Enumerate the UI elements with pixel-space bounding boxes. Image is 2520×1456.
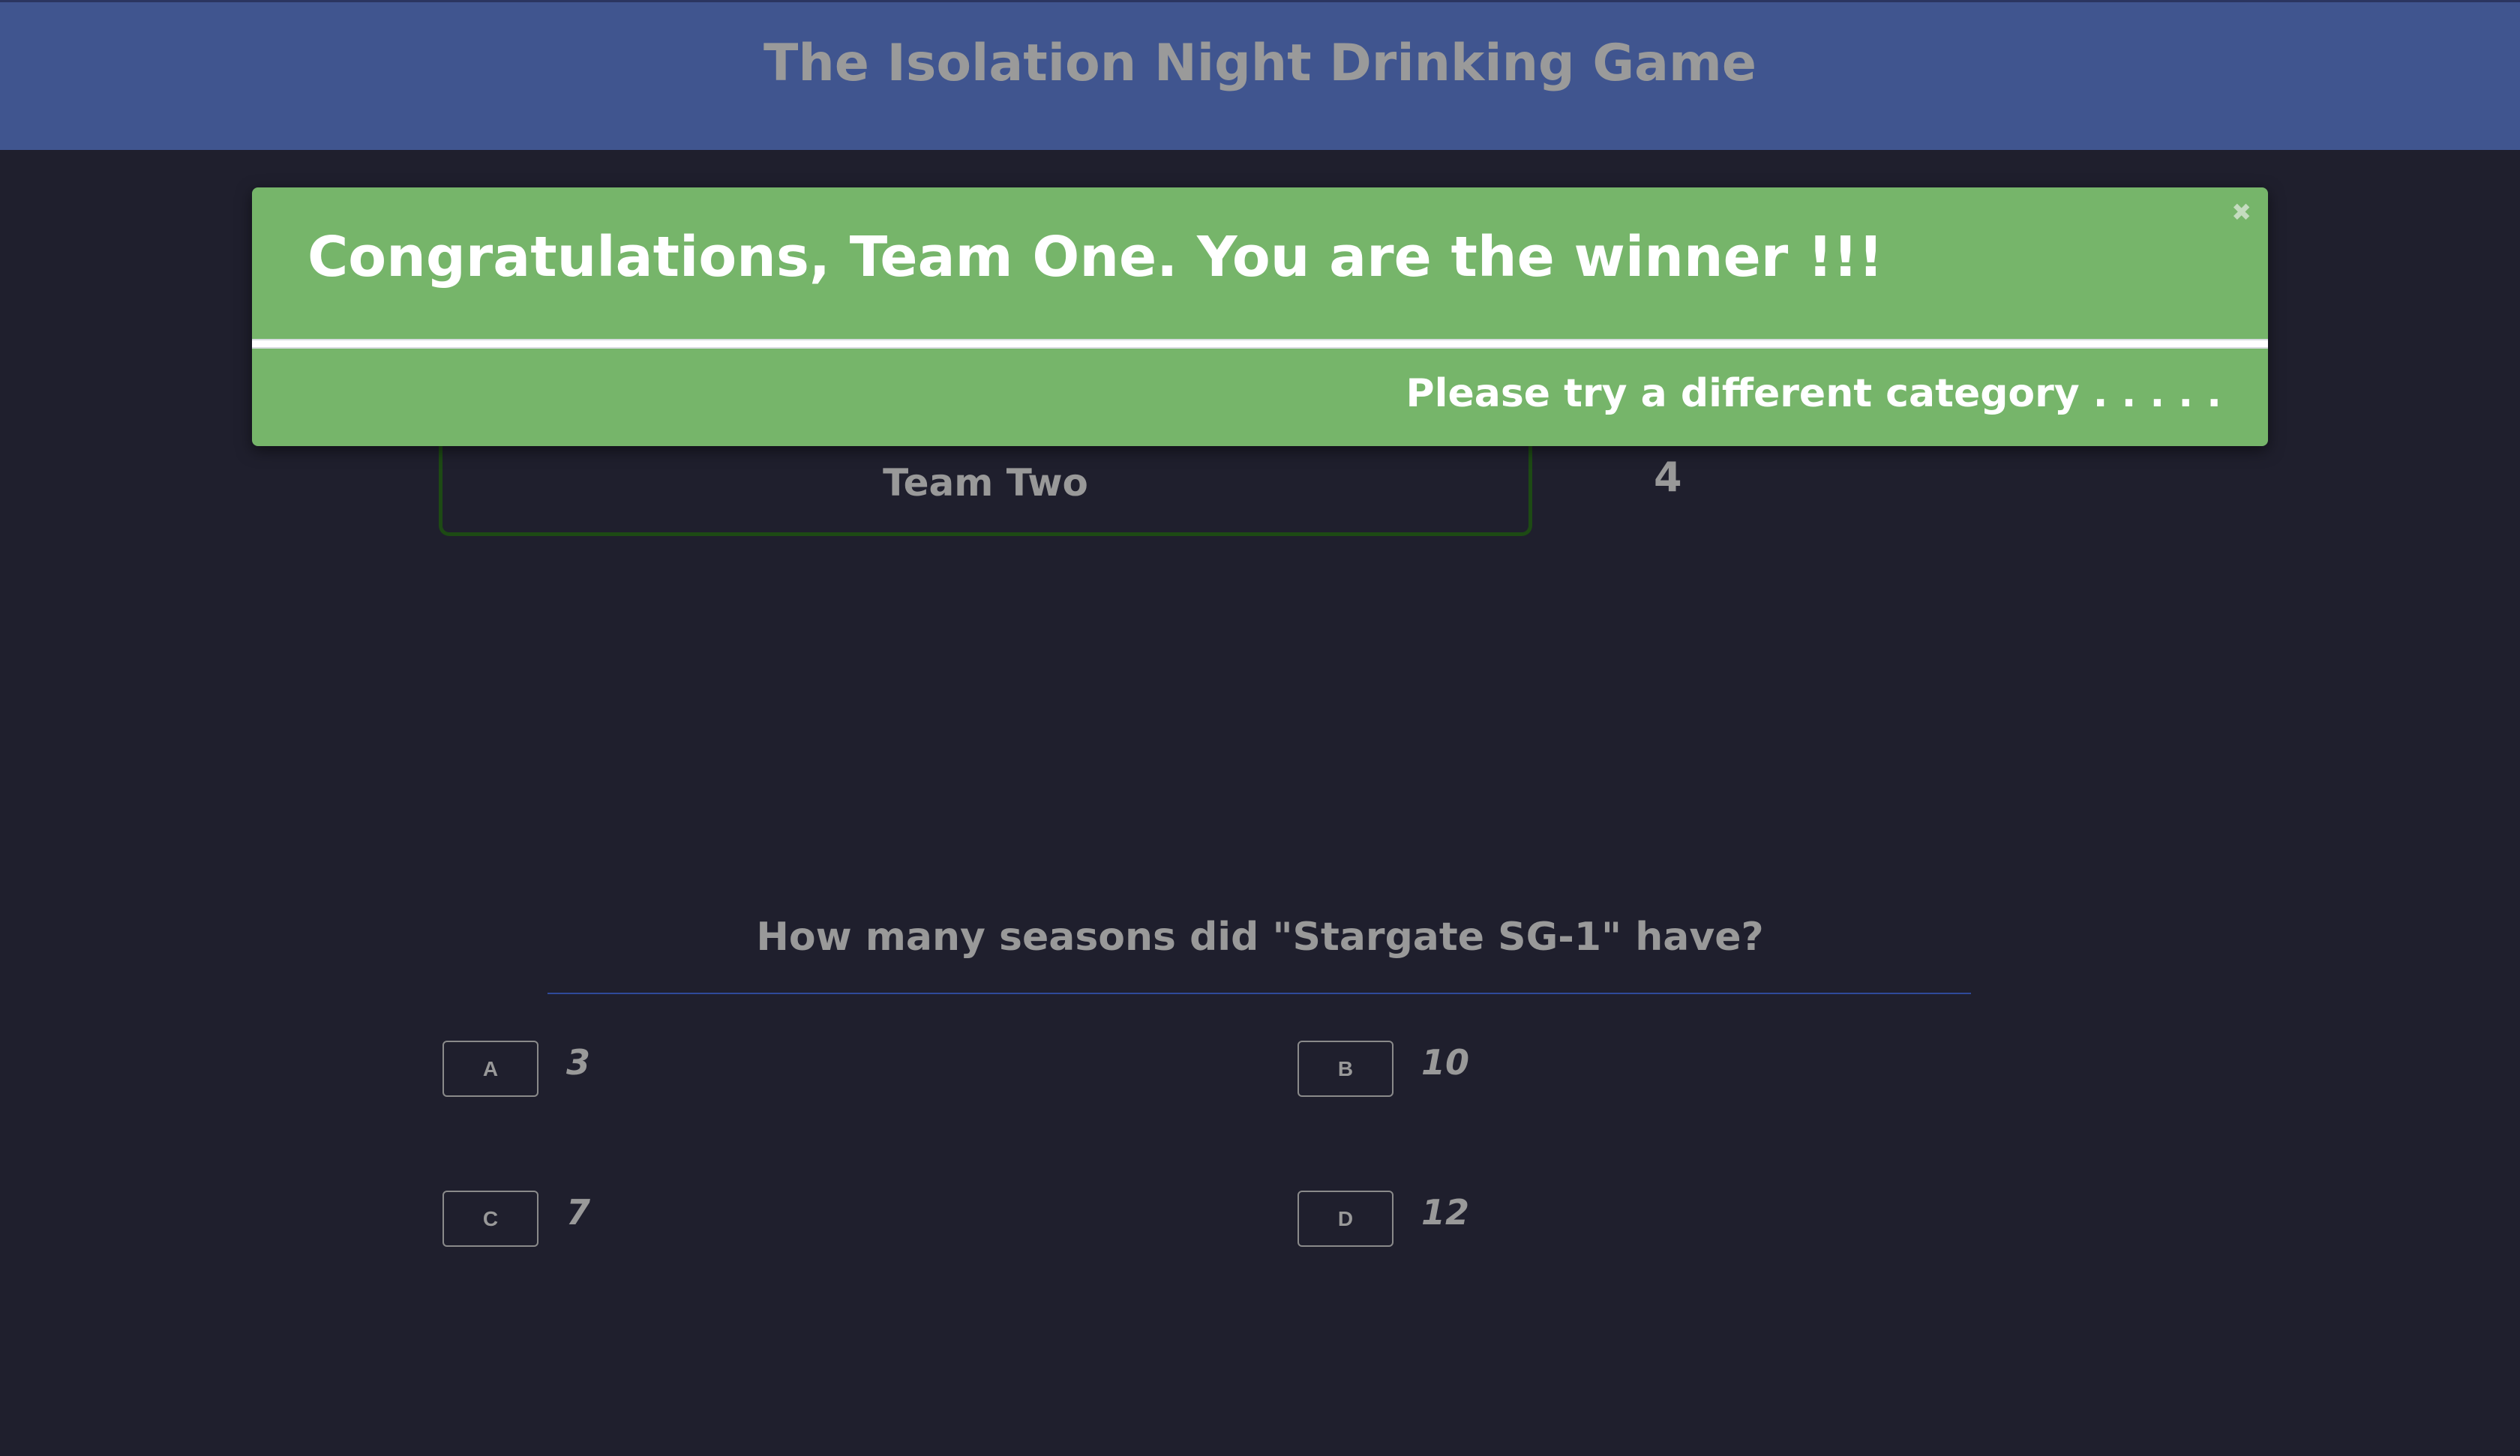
modal-divider [252, 339, 2268, 349]
answer-a-value: 3 [566, 1042, 591, 1083]
answer-b-button[interactable]: B [1298, 1041, 1394, 1097]
app-header: The Isolation Night Drinking Game [0, 0, 2520, 150]
answer-d-value: 12 [1421, 1192, 1470, 1233]
question-text: How many seasons did "Stargate SG-1" hav… [756, 915, 1764, 960]
winner-message: Congratulations, Team One. You are the w… [308, 225, 1884, 289]
answer-d-button[interactable]: D [1298, 1191, 1394, 1247]
close-icon[interactable]: ✖ [2231, 198, 2252, 226]
team-name: Team Two [883, 461, 1088, 505]
answer-c-value: 7 [566, 1192, 591, 1233]
winner-modal: ✖ Congratulations, Team One. You are the… [252, 187, 2268, 446]
answer-a-button[interactable]: A [442, 1041, 538, 1097]
category-hint: Please try a different category . . . . … [1406, 371, 2222, 416]
app-title: The Isolation Night Drinking Game [763, 34, 1757, 93]
question-divider [548, 993, 1971, 994]
team-score: 4 [1654, 454, 1682, 501]
answer-b-value: 10 [1421, 1042, 1470, 1083]
answer-c-button[interactable]: C [442, 1191, 538, 1247]
